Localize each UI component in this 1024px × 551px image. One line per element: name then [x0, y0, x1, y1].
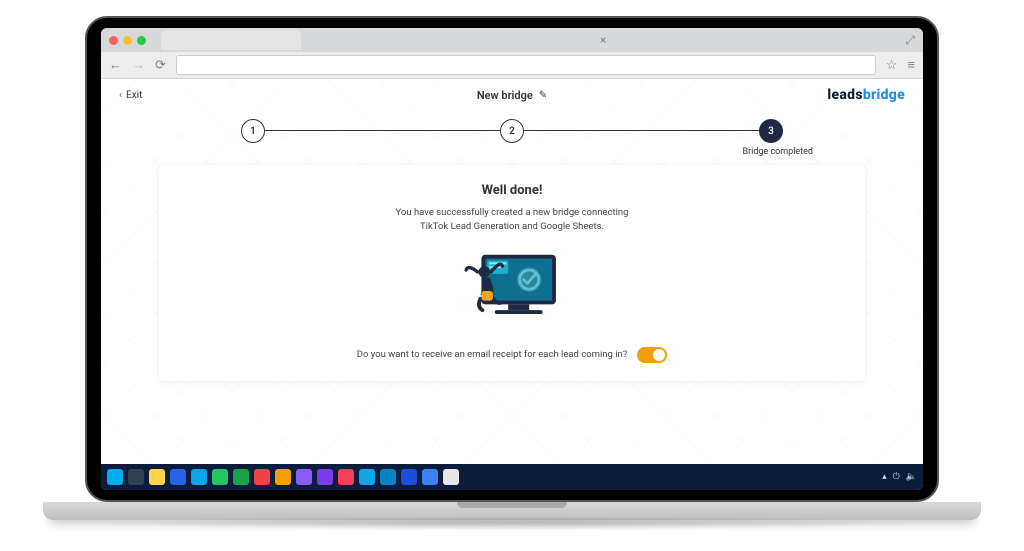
browser-address-bar: ← → ⟳ ☆ ≡ — [101, 52, 923, 79]
traffic-light-close-icon[interactable] — [109, 36, 118, 45]
nav-forward-icon: → — [132, 57, 145, 73]
taskbar-app-icon[interactable] — [170, 469, 186, 485]
step-3-label: Bridge completed — [742, 147, 813, 157]
taskbar-app-icon[interactable] — [380, 469, 396, 485]
expand-window-icon[interactable]: ⤢ — [905, 33, 915, 48]
taskbar-app-icon[interactable] — [212, 469, 228, 485]
exit-label: Exit — [126, 90, 142, 101]
taskbar-app-icon[interactable] — [401, 469, 417, 485]
taskbar-app-icon[interactable] — [254, 469, 270, 485]
browser-tab-bar: × ⤢ — [101, 28, 923, 52]
laptop-shadow — [97, 516, 927, 530]
taskbar-app-icon[interactable] — [317, 469, 333, 485]
step-1[interactable]: 1 — [241, 119, 265, 143]
taskbar-app-icon[interactable] — [275, 469, 291, 485]
nav-back-icon[interactable]: ← — [109, 57, 122, 73]
success-illustration — [453, 249, 571, 335]
tray-chevron-up-icon[interactable]: ▴ — [882, 472, 887, 482]
card-body-line2: TikTok Lead Generation and Google Sheets… — [302, 220, 722, 234]
url-input[interactable] — [176, 55, 876, 75]
tab-close-icon[interactable]: × — [600, 33, 606, 47]
traffic-light-max-icon[interactable] — [137, 36, 146, 45]
browser-tab[interactable] — [161, 30, 301, 50]
taskbar-app-icon[interactable] — [338, 469, 354, 485]
taskbar-app-icon[interactable] — [149, 469, 165, 485]
taskbar-app-icon[interactable] — [422, 469, 438, 485]
taskbar-app-icon[interactable] — [233, 469, 249, 485]
taskbar-app-icon[interactable] — [359, 469, 375, 485]
card-heading: Well done! — [179, 183, 845, 198]
chevron-left-icon: ‹ — [119, 90, 122, 101]
bookmark-star-icon[interactable]: ☆ — [886, 58, 898, 73]
card-body-line1: You have successfully created a new brid… — [302, 206, 722, 220]
page-content: ‹ Exit New bridge ✎ leadsbridge — [101, 79, 923, 464]
tray-power-icon[interactable]: ⏻ — [893, 472, 900, 482]
taskbar-app-icon[interactable] — [296, 469, 312, 485]
progress-stepper: 1 2 3 Bridge completed — [241, 119, 783, 143]
email-receipt-label: Do you want to receive an email receipt … — [357, 349, 628, 360]
system-tray[interactable]: ▴ ⏻ 🔈 — [882, 472, 917, 482]
taskbar-app-icon[interactable] — [191, 469, 207, 485]
page-header: ‹ Exit New bridge ✎ leadsbridge — [101, 79, 923, 111]
step-3-active[interactable]: 3 — [759, 119, 783, 143]
traffic-light-min-icon[interactable] — [123, 36, 132, 45]
edit-title-icon[interactable]: ✎ — [539, 90, 547, 101]
browser-menu-icon[interactable]: ≡ — [907, 57, 915, 73]
windows-taskbar: ▴ ⏻ 🔈 — [101, 464, 923, 490]
exit-button[interactable]: ‹ Exit — [119, 90, 142, 101]
nav-reload-icon[interactable]: ⟳ — [155, 58, 166, 73]
email-receipt-toggle[interactable] — [637, 347, 667, 363]
taskbar-app-icon[interactable] — [443, 469, 459, 485]
brand-logo: leadsbridge — [827, 87, 905, 103]
completion-card: Well done! You have successfully created… — [159, 165, 865, 381]
laptop-notch — [457, 502, 567, 508]
page-title: New bridge — [477, 89, 533, 102]
step-2[interactable]: 2 — [500, 119, 524, 143]
tray-volume-icon[interactable]: 🔈 — [906, 472, 917, 482]
taskbar-search-icon[interactable] — [128, 469, 144, 485]
start-button-icon[interactable] — [107, 469, 123, 485]
